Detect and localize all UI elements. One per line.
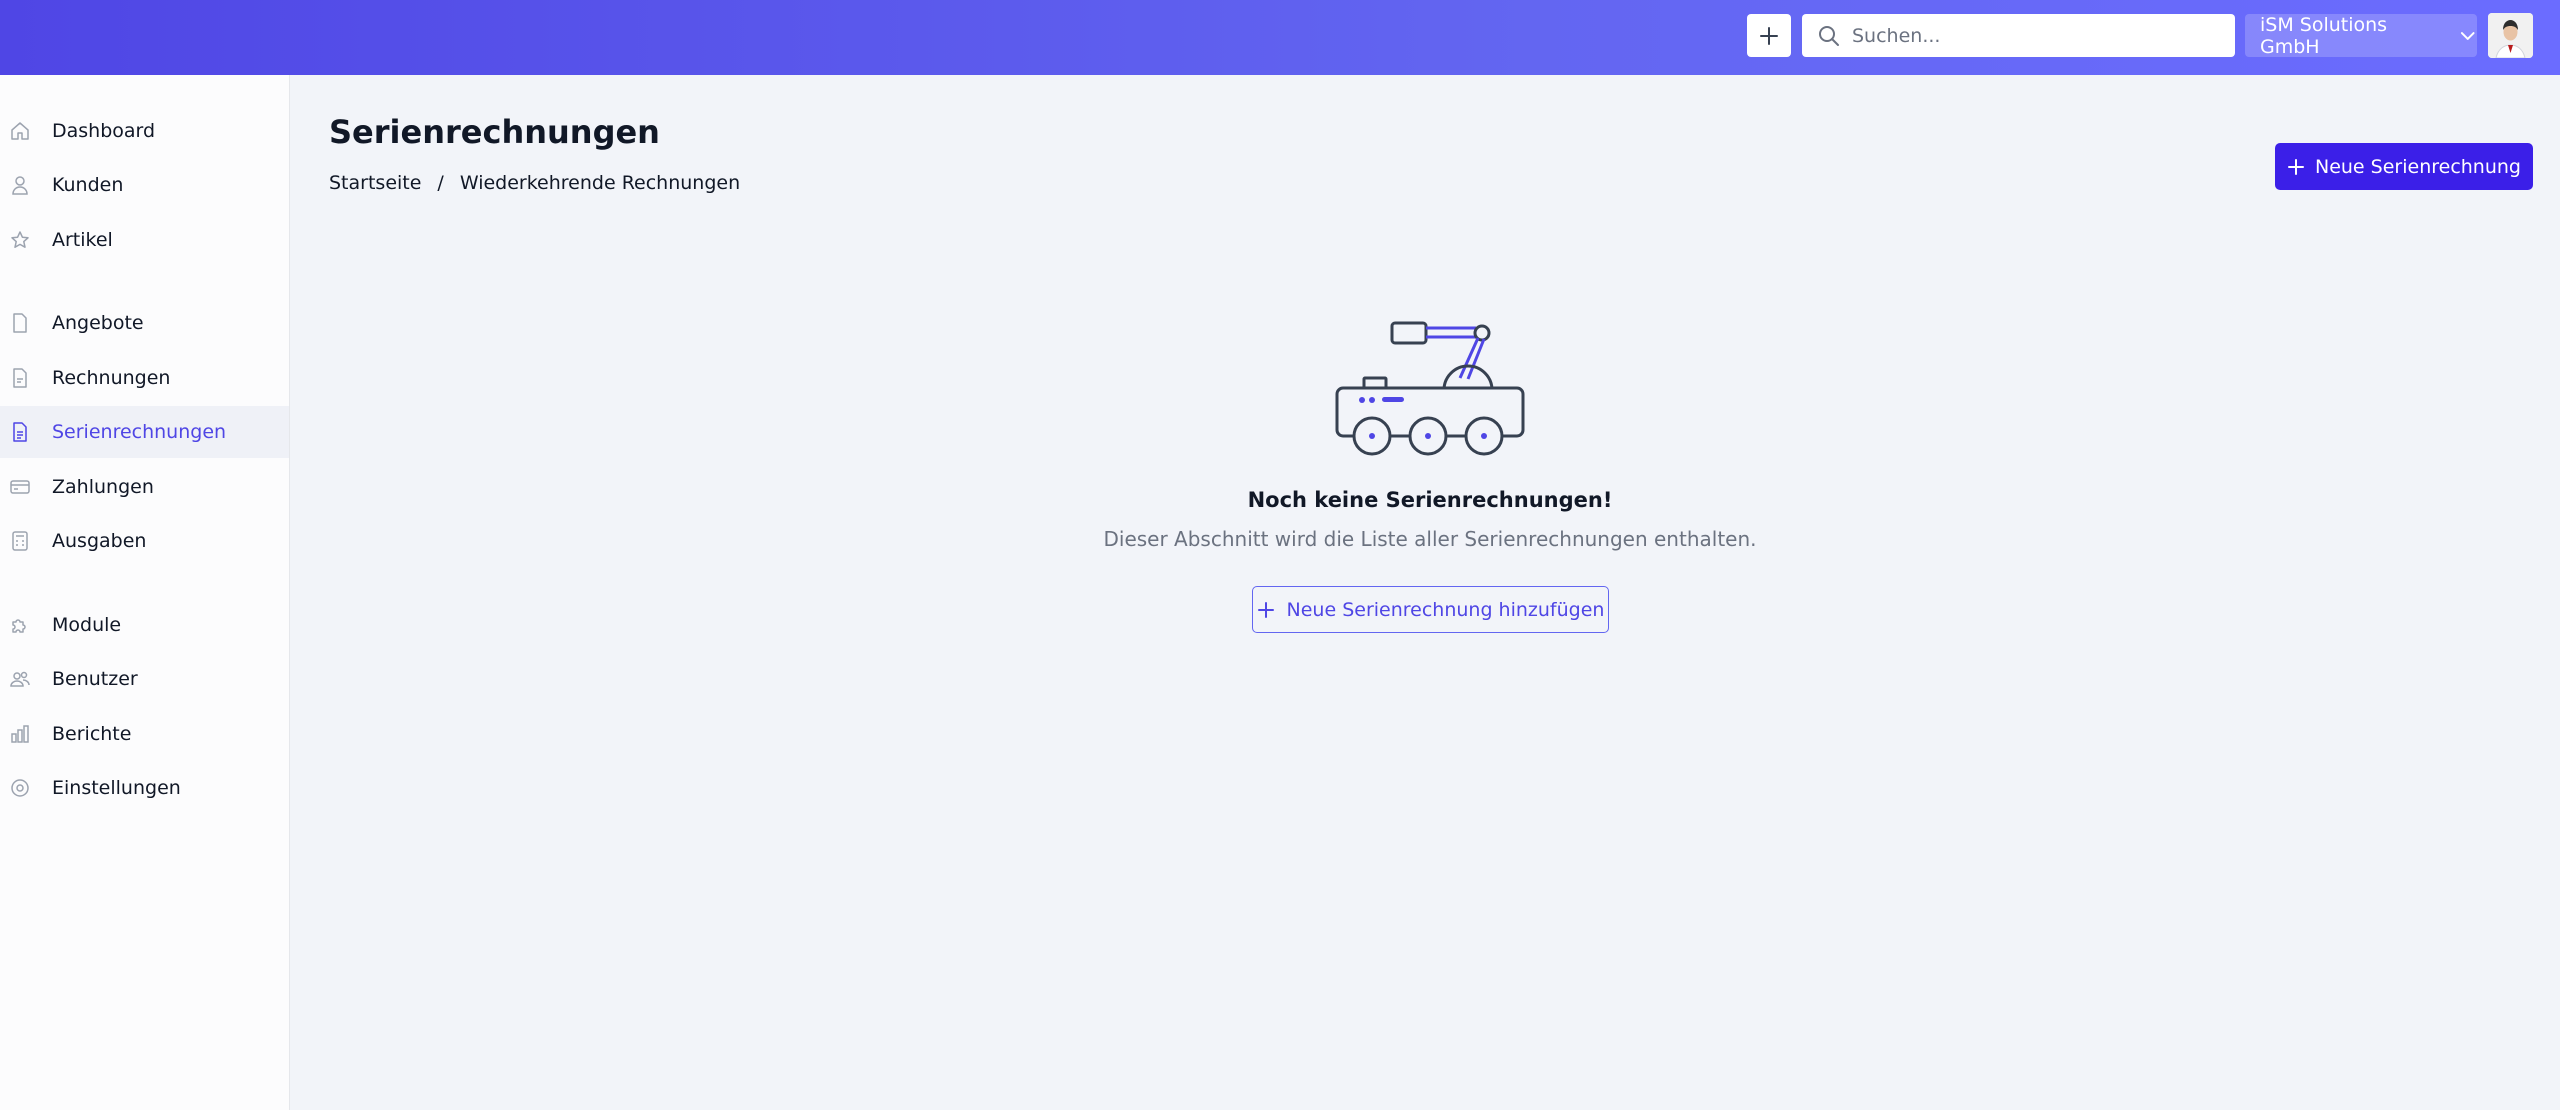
sidebar-item-einstellungen[interactable]: Einstellungen xyxy=(0,762,289,814)
document-icon xyxy=(13,313,27,333)
page-title: Serienrechnungen xyxy=(329,113,660,151)
chart-bar-icon xyxy=(11,725,29,743)
breadcrumb: Startseite / Wiederkehrende Rechnungen xyxy=(329,172,740,194)
empty-state-description: Dieser Abschnitt wird die Liste aller Se… xyxy=(1103,527,1757,551)
sidebar-item-dashboard[interactable]: Dashboard xyxy=(0,105,289,157)
sidebar-item-label: Module xyxy=(52,614,122,636)
sidebar-item-label: Artikel xyxy=(52,229,113,251)
breadcrumb-current: Wiederkehrende Rechnungen xyxy=(459,172,741,194)
cog-icon xyxy=(11,779,29,797)
sidebar-item-label: Serienrechnungen xyxy=(52,421,227,443)
sidebar-item-kunden[interactable]: Kunden xyxy=(0,159,289,211)
sidebar-item-benutzer[interactable]: Benutzer xyxy=(0,653,289,705)
breadcrumb-separator: / xyxy=(437,172,444,194)
avatar-icon xyxy=(2488,13,2533,58)
top-bar: iSM Solutions GmbH xyxy=(0,0,2560,75)
sidebar-item-artikel[interactable]: Artikel xyxy=(0,214,289,266)
empty-state-title: Noch keine Serienrechnungen! xyxy=(1247,488,1613,512)
home-icon xyxy=(11,122,29,140)
sidebar-item-serienrechnungen[interactable]: Serienrechnungen xyxy=(0,406,289,458)
invoice-icon xyxy=(13,368,27,388)
plus-icon xyxy=(1257,601,1274,618)
sidebar-item-label: Einstellungen xyxy=(52,777,181,799)
quick-add-button[interactable] xyxy=(1747,14,1791,57)
chevron-down-icon xyxy=(2460,31,2475,40)
search-input[interactable] xyxy=(1852,24,2212,47)
sidebar-item-label: Benutzer xyxy=(52,668,138,690)
breadcrumb-home-link[interactable]: Startseite xyxy=(329,172,421,194)
plus-icon xyxy=(1760,26,1778,45)
users-icon xyxy=(10,671,30,687)
plus-icon xyxy=(2287,158,2304,175)
search-icon xyxy=(1819,25,1839,46)
puzzle-icon xyxy=(12,619,26,633)
recurring-invoice-icon xyxy=(13,422,27,442)
sidebar-item-rechnungen[interactable]: Rechnungen xyxy=(0,352,289,404)
sidebar-item-label: Kunden xyxy=(52,174,124,196)
sidebar-item-label: Berichte xyxy=(52,723,132,745)
add-recurring-invoice-button[interactable]: Neue Serienrechnung hinzufügen xyxy=(1252,586,1609,633)
new-recurring-invoice-label: Neue Serienrechnung xyxy=(2314,155,2521,178)
company-name: iSM Solutions GmbH xyxy=(2260,13,2388,58)
sidebar: Dashboard Kunden Artikel Angebote Rechnu… xyxy=(0,75,290,1110)
new-recurring-invoice-button[interactable]: Neue Serienrechnung xyxy=(2275,143,2533,190)
user-icon xyxy=(12,176,28,195)
sidebar-item-angebote[interactable]: Angebote xyxy=(0,297,289,349)
sidebar-item-berichte[interactable]: Berichte xyxy=(0,708,289,760)
add-recurring-invoice-label: Neue Serienrechnung hinzufügen xyxy=(1286,598,1605,621)
sidebar-item-module[interactable]: Module xyxy=(0,599,289,651)
robot-rover-illustration xyxy=(1335,321,1525,456)
star-icon xyxy=(11,231,29,248)
sidebar-item-label: Angebote xyxy=(52,312,144,334)
company-switcher[interactable]: iSM Solutions GmbH xyxy=(2245,13,2477,58)
sidebar-item-label: Rechnungen xyxy=(52,367,171,389)
sidebar-item-label: Dashboard xyxy=(52,120,156,142)
user-avatar[interactable] xyxy=(2488,13,2533,58)
search-box[interactable] xyxy=(1802,14,2235,57)
